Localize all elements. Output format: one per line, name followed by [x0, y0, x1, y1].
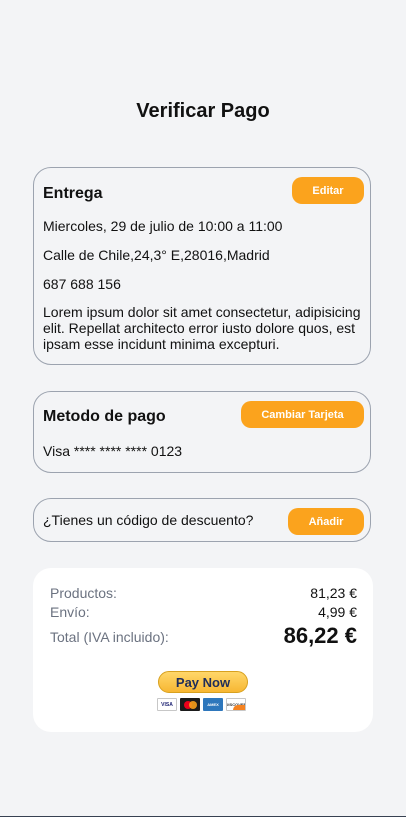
change-card-button[interactable]: Cambiar Tarjeta	[241, 401, 364, 428]
delivery-heading: Entrega	[43, 185, 103, 202]
discover-icon: DISCOVER	[226, 698, 246, 711]
payment-method-card: Metodo de pago Cambiar Tarjeta Visa ****…	[33, 391, 371, 473]
discount-question: ¿Tienes un código de descuento?	[43, 512, 254, 528]
visa-icon: VISA	[157, 698, 177, 711]
delivery-datetime: Miercoles, 29 de julio de 10:00 a 11:00	[43, 218, 283, 234]
card-number: Visa **** **** **** 0123	[43, 443, 183, 459]
pay-now-button[interactable]: Pay Now	[158, 671, 248, 693]
delivery-card: Entrega Editar Miercoles, 29 de julio de…	[33, 167, 371, 365]
shipping-value: 4,99 €	[318, 604, 357, 620]
edit-delivery-button[interactable]: Editar	[292, 177, 364, 204]
apply-discount-button[interactable]: Añadir	[288, 508, 364, 535]
shipping-label: Envío:	[50, 604, 90, 620]
amex-icon: AMEX	[203, 698, 223, 711]
total-value: 86,22 €	[283, 623, 357, 648]
payment-heading: Metodo de pago	[43, 408, 166, 425]
order-summary: Productos: 81,23 € Envío: 4,99 € Total (…	[33, 568, 373, 732]
total-label: Total (IVA incluido):	[50, 629, 169, 645]
mastercard-icon	[180, 698, 200, 711]
products-label: Productos:	[50, 585, 117, 601]
products-value: 81,23 €	[310, 585, 357, 601]
delivery-address: Calle de Chile,24,3° E,28016,Madrid	[43, 247, 270, 263]
delivery-phone: 687 688 156	[43, 276, 121, 292]
accepted-cards: VISA AMEX DISCOVER	[157, 698, 246, 711]
delivery-notes: Lorem ipsum dolor sit amet consectetur, …	[43, 304, 361, 352]
discount-card: ¿Tienes un código de descuento? Añadir	[33, 498, 371, 542]
page-title: Verificar Pago	[136, 100, 270, 122]
